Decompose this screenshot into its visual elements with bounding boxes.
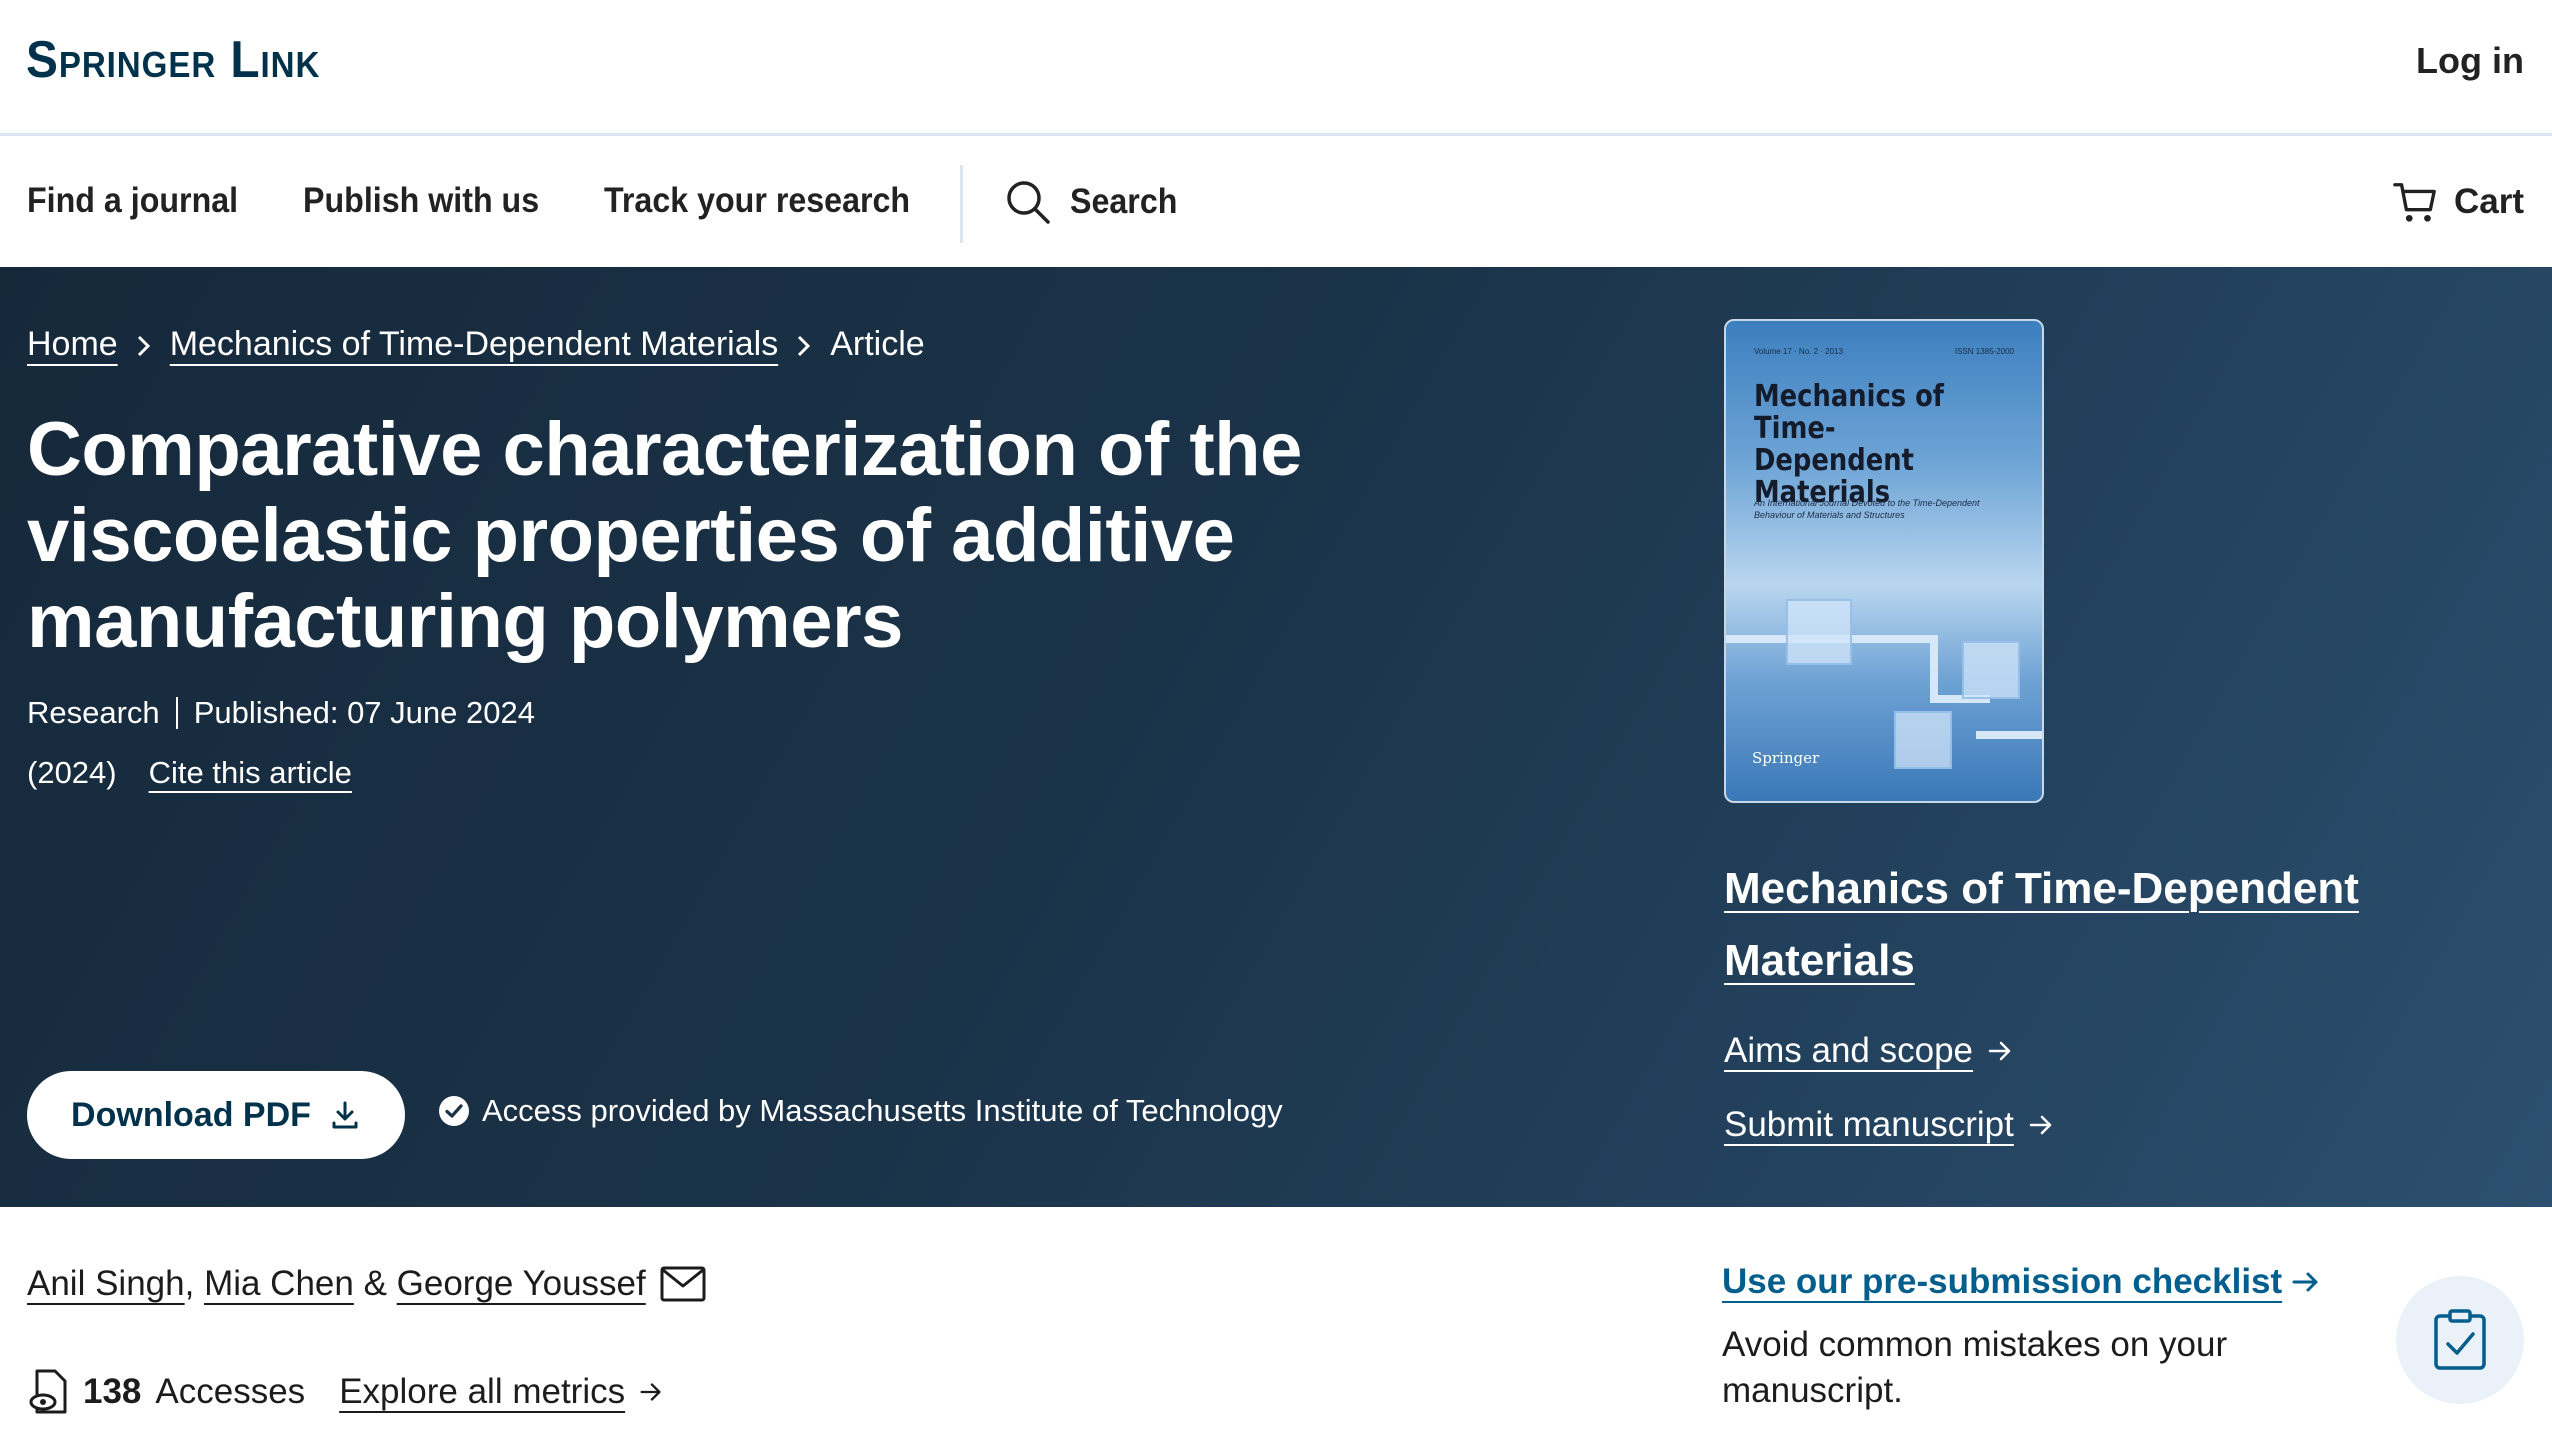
checklist-link-label: Use our pre-submission checklist: [1722, 1262, 2283, 1301]
cart-label: Cart: [2453, 182, 2524, 221]
nav-track-research[interactable]: Track your research: [604, 181, 910, 221]
arrow-right-icon: [2029, 1115, 2052, 1135]
author-separator: &: [353, 1264, 397, 1303]
article-title: Comparative characterization of the visc…: [27, 407, 1302, 664]
clipboard-check-icon: [2396, 1276, 2524, 1404]
author-link[interactable]: Mia Chen: [204, 1264, 354, 1304]
published-date: Published: 07 June 2024: [193, 695, 535, 730]
download-pdf-label: Download PDF: [71, 1095, 311, 1134]
submit-manuscript-label: Submit manuscript: [1724, 1105, 2014, 1144]
accesses-count: 138: [83, 1372, 142, 1411]
nav-divider: [960, 165, 963, 243]
explore-metrics-link[interactable]: Explore all metrics: [339, 1372, 625, 1412]
accesses-label: Accesses: [155, 1372, 306, 1411]
arrow-right-icon: [640, 1383, 661, 1401]
aims-scope-label: Aims and scope: [1724, 1031, 1974, 1070]
arrow-right-icon: [1988, 1041, 2011, 1061]
article-metrics: 138 Accesses Explore all metrics: [27, 1368, 665, 1416]
access-text: Access provided by Massachusetts Institu…: [482, 1093, 1283, 1128]
arrow-right-icon: [2292, 1272, 2318, 1292]
nav-publish-with-us[interactable]: Publish with us: [303, 181, 539, 221]
cover-title: Mechanics of Time-Dependent Materials: [1754, 379, 1945, 510]
author-link[interactable]: Anil Singh: [27, 1264, 185, 1304]
author-separator: ,: [184, 1264, 205, 1303]
check-circle-icon: [439, 1096, 469, 1126]
checklist-description: Avoid common mistakes on your manuscript…: [1722, 1325, 2228, 1410]
cart-button[interactable]: Cart: [2392, 177, 2524, 227]
main-nav: Find a journal Publish with us Track you…: [0, 139, 2552, 267]
chevron-right-icon: [134, 325, 154, 364]
author-link[interactable]: George Youssef: [397, 1264, 646, 1304]
cover-issn: ISSN 1385-2000: [1954, 347, 2014, 356]
author-list: Anil Singh , Mia Chen & George Youssef: [27, 1264, 706, 1304]
meta-divider: [175, 697, 178, 729]
cover-decoration: [1962, 641, 2020, 699]
top-header: Springer Link Log in: [0, 0, 2552, 136]
breadcrumb-current: Article: [830, 325, 925, 363]
search-icon: [1007, 181, 1050, 224]
search-button[interactable]: Search: [1004, 177, 1187, 227]
aims-scope-link[interactable]: Aims and scope: [1724, 1031, 2015, 1071]
article-meta-2: (2024) Cite this article: [27, 755, 352, 791]
submit-manuscript-link[interactable]: Submit manuscript: [1724, 1105, 2056, 1145]
journal-title-link[interactable]: Mechanics of Time-Dependent Materials: [1724, 853, 2424, 997]
cover-subtitle: An International Journal Devoted to the …: [1754, 498, 1980, 520]
cite-article-link[interactable]: Cite this article: [149, 755, 352, 791]
article-meta: Research Published: 07 June 2024: [27, 695, 535, 731]
pre-submission-checklist-link[interactable]: Use our pre-submission checklist: [1722, 1262, 2322, 1302]
cover-decoration: [1976, 731, 2042, 739]
document-eye-icon: [29, 1369, 67, 1414]
cover-decoration: [1786, 599, 1852, 665]
cover-decoration: [1894, 711, 1952, 769]
cover-decoration: [1930, 635, 1938, 695]
article-year: (2024): [27, 755, 117, 790]
journal-cover-image[interactable]: Volume 17 · No. 2 · 2013 ISSN 1385-2000 …: [1724, 319, 2044, 803]
cover-publisher: Springer: [1752, 749, 1820, 767]
download-icon: [332, 1101, 358, 1129]
article-hero: Home Mechanics of Time-Dependent Materia…: [0, 267, 2552, 1207]
article-type: Research: [27, 695, 160, 730]
breadcrumb-home[interactable]: Home: [27, 325, 118, 364]
nav-find-journal[interactable]: Find a journal: [27, 181, 238, 221]
login-link[interactable]: Log in: [2416, 40, 2524, 82]
access-note: Access provided by Massachusetts Institu…: [438, 1093, 1283, 1129]
download-pdf-button[interactable]: Download PDF: [27, 1071, 405, 1159]
search-label: Search: [1070, 182, 1178, 221]
cart-icon: [2393, 183, 2436, 222]
envelope-icon[interactable]: [660, 1266, 706, 1302]
breadcrumb: Home Mechanics of Time-Dependent Materia…: [27, 325, 925, 364]
cover-volume: Volume 17 · No. 2 · 2013: [1754, 347, 1843, 356]
chevron-right-icon: [794, 325, 814, 364]
springer-link-logo[interactable]: Springer Link: [26, 30, 320, 90]
breadcrumb-journal[interactable]: Mechanics of Time-Dependent Materials: [170, 325, 779, 364]
